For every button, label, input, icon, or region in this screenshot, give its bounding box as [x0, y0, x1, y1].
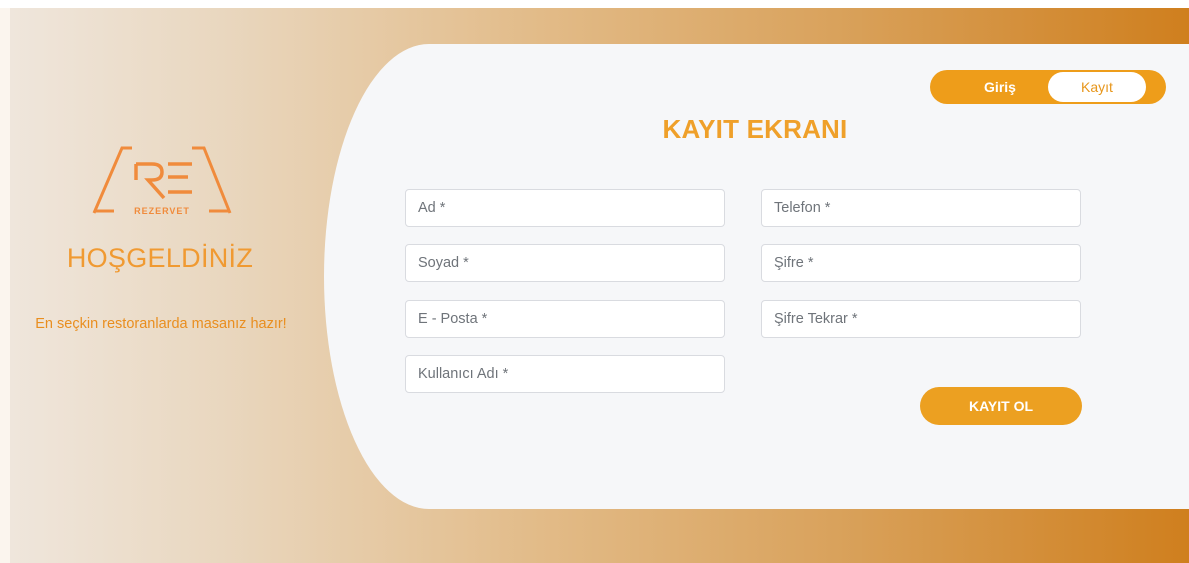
login-toggle-button[interactable]: Giriş	[960, 70, 1040, 104]
register-toggle-button[interactable]: Kayıt	[1048, 72, 1146, 102]
email-input[interactable]: E - Posta *	[405, 300, 725, 338]
username-input[interactable]: Kullanıcı Adı *	[405, 355, 725, 393]
left-edge-strip	[0, 8, 10, 563]
last-name-input[interactable]: Soyad *	[405, 244, 725, 282]
register-submit-button[interactable]: KAYIT OL	[920, 387, 1082, 425]
welcome-heading: HOŞGELDİNİZ	[66, 243, 254, 273]
logo-wordmark: REZERVET	[134, 206, 190, 216]
tagline-text: En seçkin restoranlarda masanız hazır!	[35, 316, 287, 332]
phone-input[interactable]: Telefon *	[761, 189, 1081, 227]
password-input[interactable]: Şifre *	[761, 244, 1081, 282]
first-name-input[interactable]: Ad *	[405, 189, 725, 227]
password-repeat-input[interactable]: Şifre Tekrar *	[761, 300, 1081, 338]
form-title: KAYIT EKRANI	[662, 114, 848, 144]
rezervet-logo: REZERVET	[92, 146, 232, 216]
auth-toggle: Giriş Kayıt	[930, 70, 1166, 104]
